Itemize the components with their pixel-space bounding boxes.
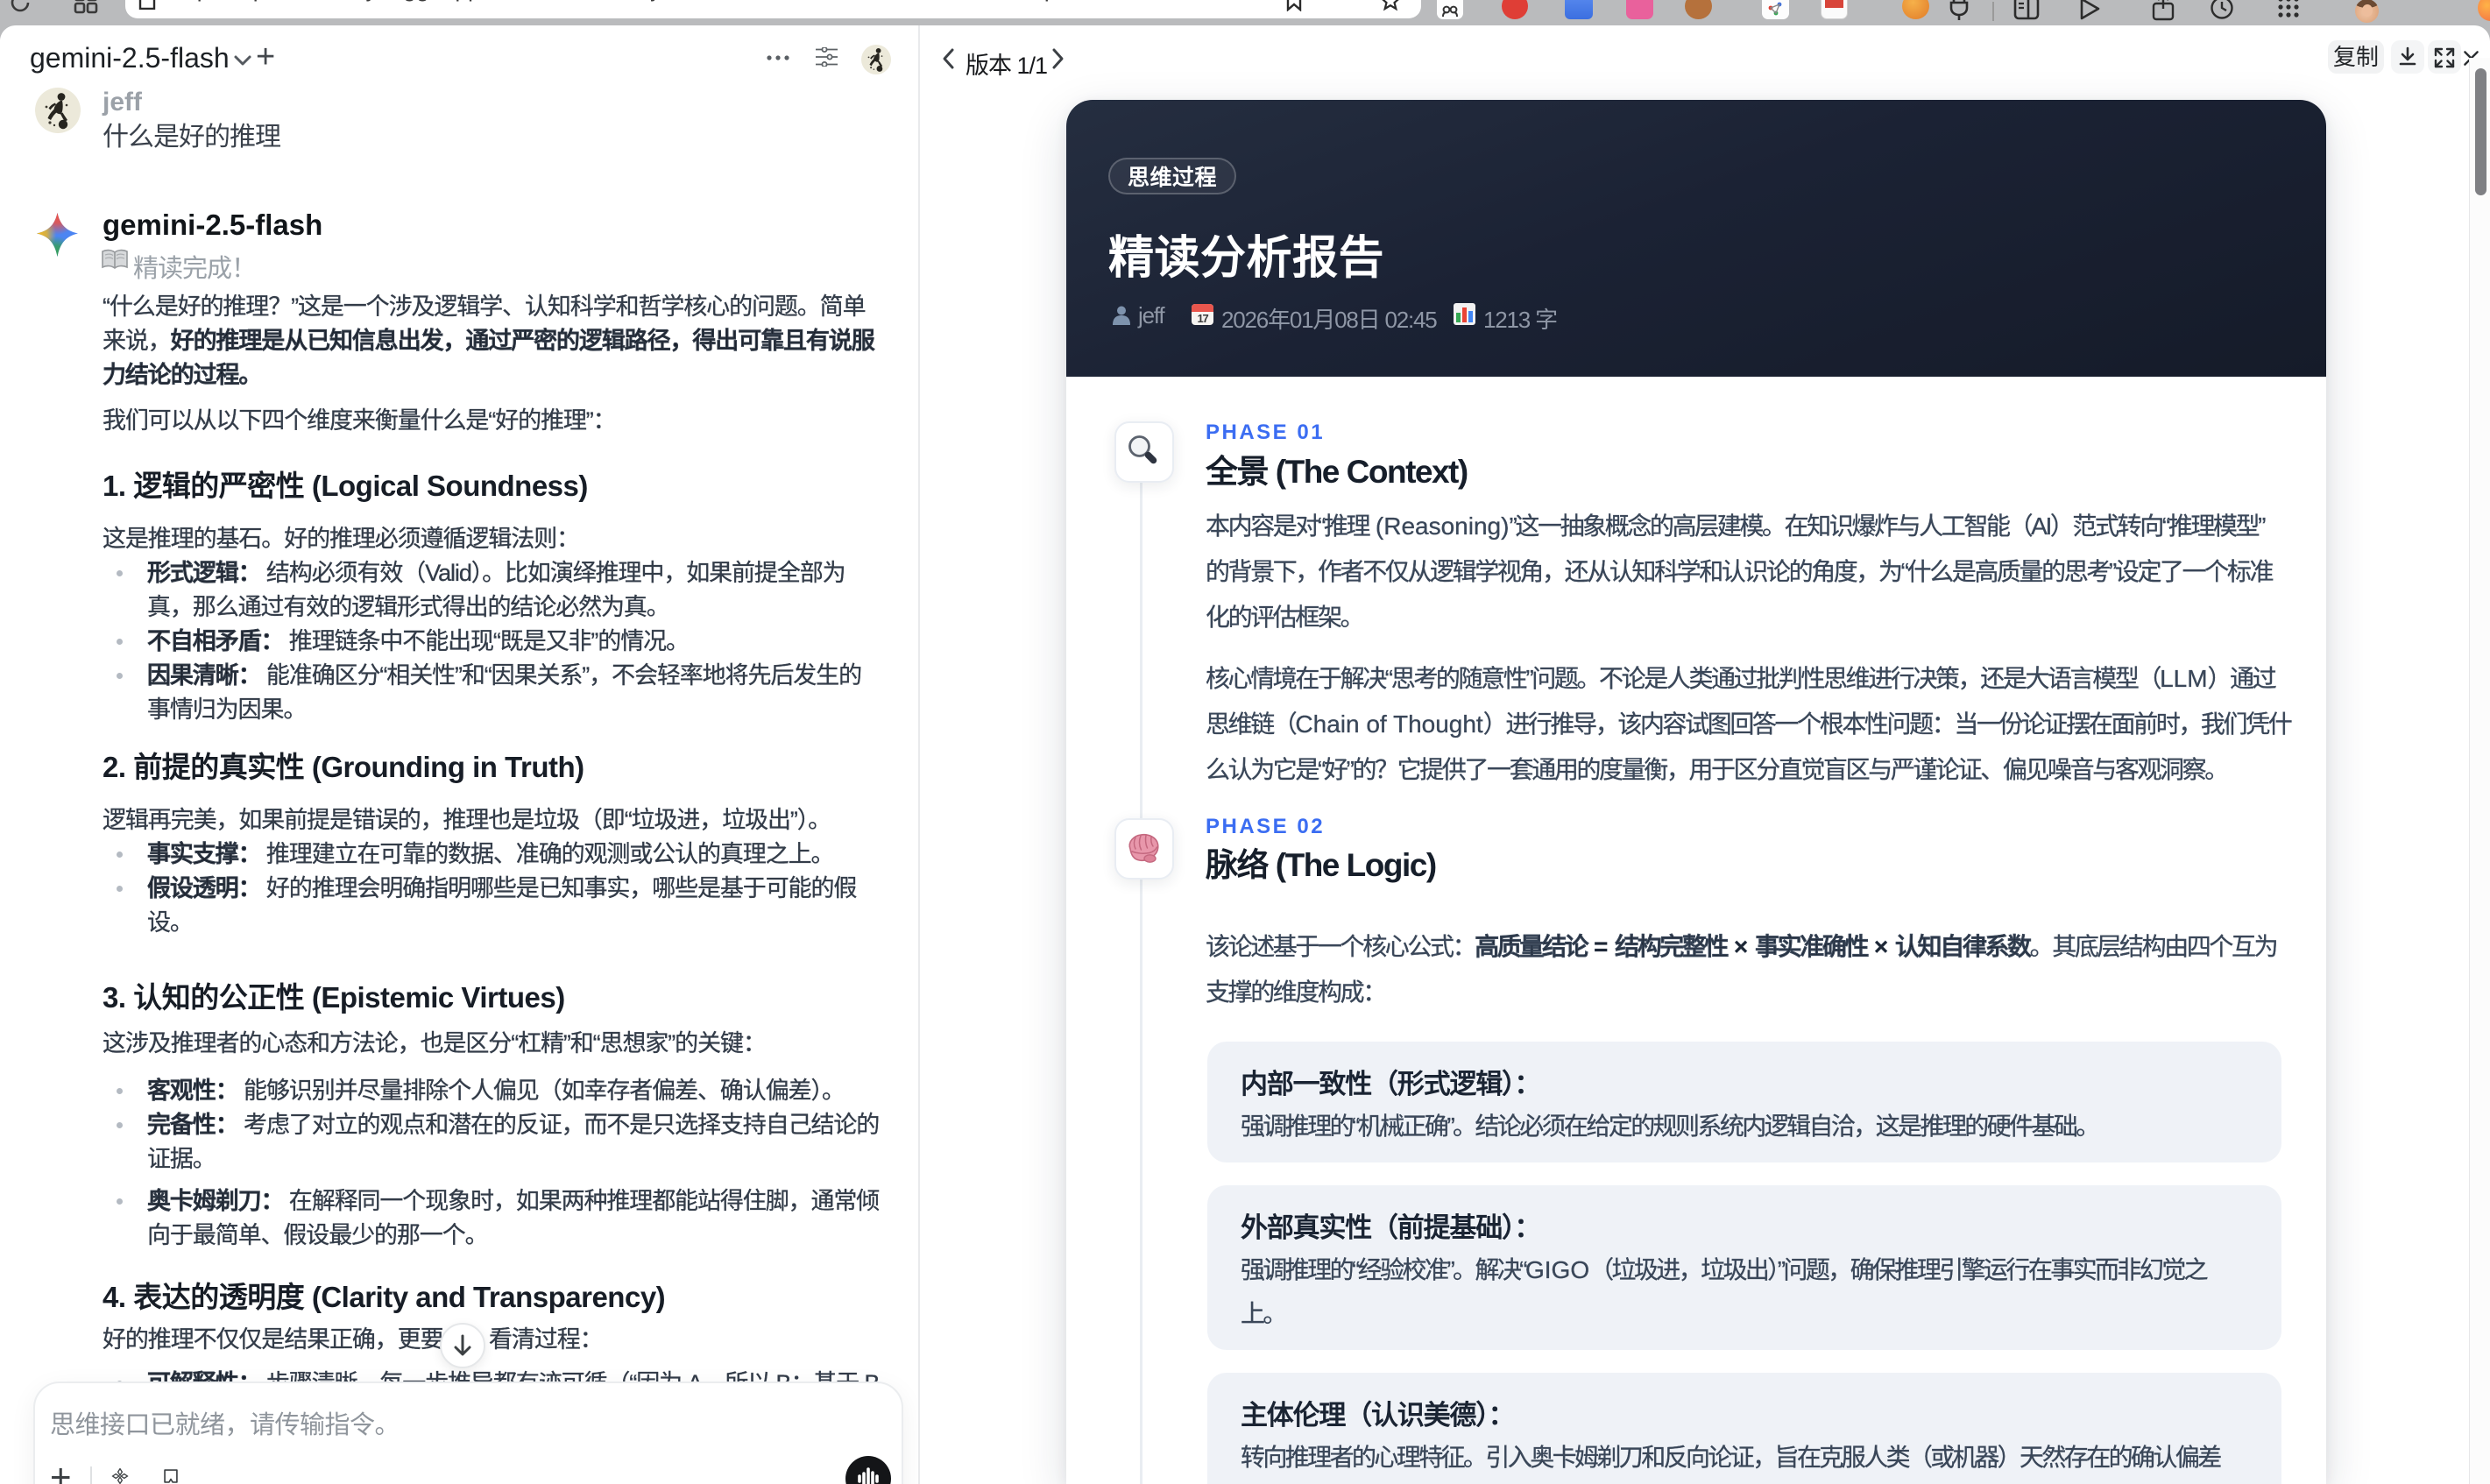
svg-text:17: 17 xyxy=(1197,312,1208,325)
